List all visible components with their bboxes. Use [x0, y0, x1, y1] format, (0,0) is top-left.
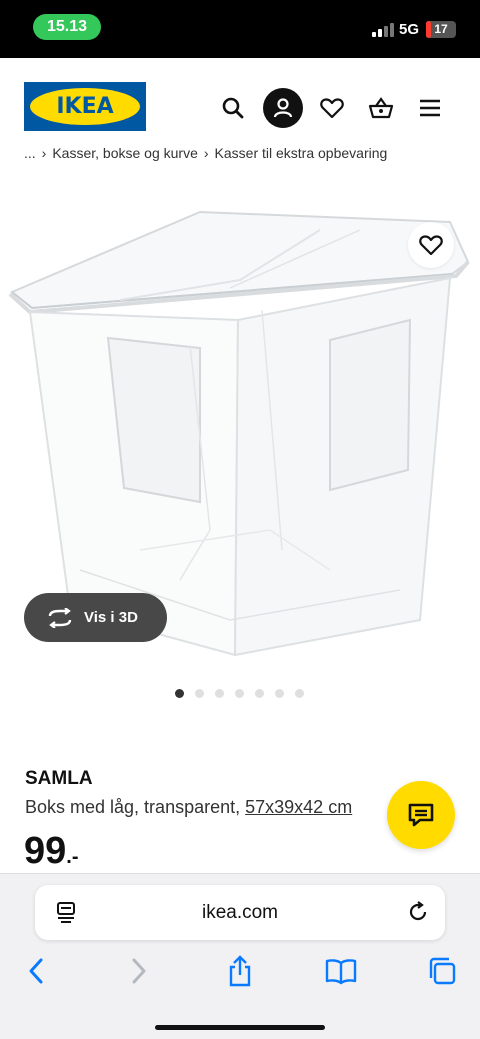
back-icon[interactable] [19, 954, 53, 988]
logo-oval: IKEA [30, 88, 140, 125]
carousel-dot[interactable] [215, 689, 224, 698]
product-description: Boks med låg, transparent, 57x39x42 cm [25, 797, 352, 818]
status-time: 15.13 [33, 14, 101, 40]
url-text[interactable]: ikea.com [35, 885, 445, 940]
heart-icon[interactable] [312, 88, 352, 128]
profile-icon[interactable] [263, 88, 303, 128]
home-indicator [155, 1025, 325, 1030]
network-type: 5G [399, 21, 420, 38]
battery-icon: 17 [426, 21, 456, 38]
logo-text: IKEA [56, 94, 114, 119]
carousel-dot[interactable] [195, 689, 204, 698]
forward-icon[interactable] [122, 954, 156, 988]
browser-toolbar: ikea.com [0, 873, 480, 1039]
battery-percentage: 17 [434, 22, 448, 36]
product-measurement-link[interactable]: 57x39x42 cm [245, 797, 352, 817]
view-in-3d-button[interactable]: Vis i 3D [24, 593, 167, 642]
reload-icon[interactable] [406, 900, 430, 924]
tabs-icon[interactable] [425, 954, 459, 988]
status-bar: 15.13 5G 17 [0, 0, 480, 58]
price-value: 99 [24, 830, 67, 872]
breadcrumb: ... › Kasser, bokse og kurve › Kasser til ek… [24, 140, 480, 162]
breadcrumb-item[interactable]: ... [24, 145, 36, 161]
carousel-dot[interactable] [235, 689, 244, 698]
address-bar[interactable]: ikea.com [35, 885, 445, 940]
chat-button[interactable] [387, 781, 455, 849]
chevron-right-icon: › [41, 145, 47, 161]
breadcrumb-item[interactable]: Kasser til ekstra opbevaring [215, 145, 388, 161]
price-suffix: .- [66, 846, 79, 868]
breadcrumb-item[interactable]: Kasser, bokse og kurve [52, 145, 198, 161]
basket-icon[interactable] [361, 88, 401, 128]
menu-icon[interactable] [410, 88, 450, 128]
bookmarks-icon[interactable] [324, 954, 358, 988]
page-menu-icon[interactable] [55, 900, 79, 924]
rotate-3d-icon [48, 607, 72, 628]
carousel-dot[interactable] [175, 689, 184, 698]
share-icon[interactable] [223, 954, 257, 988]
search-icon[interactable] [213, 88, 253, 128]
carousel-dot[interactable] [275, 689, 284, 698]
product-price: 99.- [24, 830, 79, 873]
carousel-dot[interactable] [295, 689, 304, 698]
ikea-logo[interactable]: IKEA [24, 82, 146, 131]
add-to-favourites-button[interactable] [408, 222, 454, 268]
signal-icon [372, 23, 394, 37]
heart-icon [419, 235, 443, 256]
product-description-text: Boks med låg, transparent, [25, 797, 246, 817]
chevron-right-icon: › [203, 145, 209, 161]
carousel-dot[interactable] [255, 689, 264, 698]
chat-icon [408, 803, 434, 827]
product-name: SAMLA [25, 768, 93, 789]
image-carousel-indicator [175, 689, 315, 699]
view-3d-label: Vis i 3D [84, 609, 138, 626]
